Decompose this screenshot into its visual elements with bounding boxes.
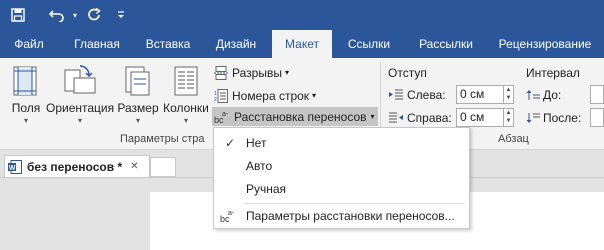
tab-insert[interactable]: Вставка bbox=[136, 30, 200, 58]
chevron-down-icon: ▾ bbox=[135, 116, 140, 125]
tab-home[interactable]: Главная bbox=[58, 30, 136, 58]
margins-button[interactable]: Поля ▾ bbox=[6, 62, 46, 125]
size-label: Размер bbox=[117, 101, 159, 115]
indent-right-row: Справа: bbox=[388, 108, 452, 128]
ribbon-tabs: Файл Главная Вставка Дизайн Макет Ссылки… bbox=[0, 30, 604, 58]
columns-icon bbox=[174, 66, 198, 96]
document-tab-title: без переносов * bbox=[27, 159, 123, 174]
menu-item-auto[interactable]: Авто bbox=[214, 155, 469, 177]
tab-mailings[interactable]: Рассылки bbox=[406, 30, 486, 58]
customize-icon[interactable] bbox=[114, 4, 128, 26]
svg-text:2: 2 bbox=[214, 97, 217, 103]
line-numbers-button[interactable]: 1 2 Номера строк ▾ bbox=[214, 86, 316, 105]
indent-left-input[interactable]: 0 см bbox=[456, 85, 504, 104]
spacing-after-icon bbox=[526, 113, 540, 123]
columns-label: Колонки bbox=[163, 101, 209, 115]
tab-references[interactable]: Ссылки bbox=[332, 30, 406, 58]
tab-file[interactable]: Файл bbox=[0, 30, 58, 58]
indent-header: Отступ bbox=[388, 65, 427, 80]
redo-icon[interactable] bbox=[84, 4, 106, 26]
undo-icon[interactable] bbox=[46, 4, 70, 26]
chevron-down-icon: ▾ bbox=[370, 112, 375, 121]
indent-left-row: Слева: bbox=[388, 85, 446, 105]
hyphenation-menu: ✓ Нет Авто Ручная bc a- Параметры расста… bbox=[213, 127, 470, 229]
size-icon bbox=[125, 66, 150, 96]
save-icon[interactable] bbox=[6, 4, 30, 26]
breaks-label: Разрывы bbox=[232, 65, 282, 80]
check-icon: ✓ bbox=[225, 136, 236, 150]
tab-design[interactable]: Дизайн bbox=[200, 30, 272, 58]
indent-right-input[interactable]: 0 см bbox=[456, 108, 504, 127]
hyphenation-icon: bc a- bbox=[220, 210, 235, 223]
menu-item-label: Нет bbox=[246, 136, 267, 150]
orientation-label: Ориентация bbox=[46, 101, 115, 115]
undo-dropdown-icon[interactable]: ▾ bbox=[70, 4, 80, 26]
paragraph-group-label: Абзац bbox=[498, 133, 529, 145]
menu-item-label: Авто bbox=[246, 159, 273, 173]
svg-text:a-: a- bbox=[222, 111, 229, 118]
hyphenation-label: Расстановка переносов bbox=[234, 109, 367, 124]
menu-divider bbox=[244, 203, 465, 204]
breaks-button[interactable]: Разрывы ▾ bbox=[214, 63, 289, 82]
new-tab-placeholder[interactable] bbox=[150, 157, 176, 177]
orientation-icon bbox=[64, 65, 96, 94]
page-setup-group-label: Параметры стра bbox=[120, 133, 205, 145]
indent-left-label: Слева: bbox=[407, 88, 446, 102]
spacing-before-row: До: bbox=[526, 85, 561, 105]
spacing-header: Интервал bbox=[526, 65, 580, 80]
chevron-down-icon: ▾ bbox=[23, 116, 28, 125]
svg-text:a-: a- bbox=[228, 210, 235, 217]
chevron-down-icon: ▾ bbox=[77, 116, 82, 125]
orientation-button[interactable]: Ориентация ▾ bbox=[46, 62, 115, 125]
indent-right-stepper[interactable]: ▲ ▼ bbox=[504, 108, 514, 127]
indent-right-icon bbox=[389, 112, 403, 123]
hyphenation-icon: bc a- bbox=[214, 111, 229, 124]
spacing-before-icon bbox=[526, 90, 540, 100]
quick-access-toolbar: ▾ bbox=[0, 0, 604, 30]
menu-item-label: Параметры расстановки переносов... bbox=[246, 209, 455, 223]
indent-left-stepper[interactable]: ▲ ▼ bbox=[504, 85, 514, 104]
svg-text:W: W bbox=[9, 164, 16, 171]
chevron-down-icon: ▾ bbox=[284, 68, 289, 77]
columns-button[interactable]: Колонки ▾ bbox=[162, 62, 210, 125]
hyphenation-button[interactable]: bc a- Расстановка переносов ▾ bbox=[212, 107, 378, 126]
word-document-icon: W bbox=[8, 159, 22, 174]
spacing-before-label: До: bbox=[543, 88, 562, 102]
spacing-after-row: После: bbox=[526, 108, 581, 128]
document-tab[interactable]: W без переносов * ✕ bbox=[4, 155, 150, 177]
tab-review[interactable]: Рецензирование bbox=[486, 30, 604, 58]
indent-left-icon bbox=[389, 89, 403, 100]
margins-icon bbox=[13, 66, 37, 96]
line-numbers-label: Номера строк bbox=[232, 88, 310, 103]
line-numbers-icon: 1 2 bbox=[214, 88, 228, 103]
indent-right-label: Справа: bbox=[407, 111, 452, 125]
menu-item-none[interactable]: ✓ Нет bbox=[214, 132, 469, 154]
menu-item-manual[interactable]: Ручная bbox=[214, 178, 469, 200]
tab-layout[interactable]: Макет bbox=[272, 30, 332, 58]
spacing-after-input[interactable] bbox=[590, 108, 604, 127]
breaks-icon bbox=[214, 65, 228, 80]
size-button[interactable]: Размер ▾ bbox=[116, 62, 160, 125]
close-icon[interactable]: ✕ bbox=[130, 161, 138, 172]
margins-label: Поля bbox=[11, 101, 41, 115]
menu-item-hyphenation-options[interactable]: bc a- Параметры расстановки переносов... bbox=[214, 205, 469, 227]
spacing-before-input[interactable] bbox=[590, 85, 604, 104]
chevron-down-icon: ▾ bbox=[312, 91, 317, 100]
chevron-down-icon: ▾ bbox=[183, 116, 188, 125]
menu-item-label: Ручная bbox=[246, 182, 287, 196]
spacing-after-label: После: bbox=[543, 111, 582, 125]
